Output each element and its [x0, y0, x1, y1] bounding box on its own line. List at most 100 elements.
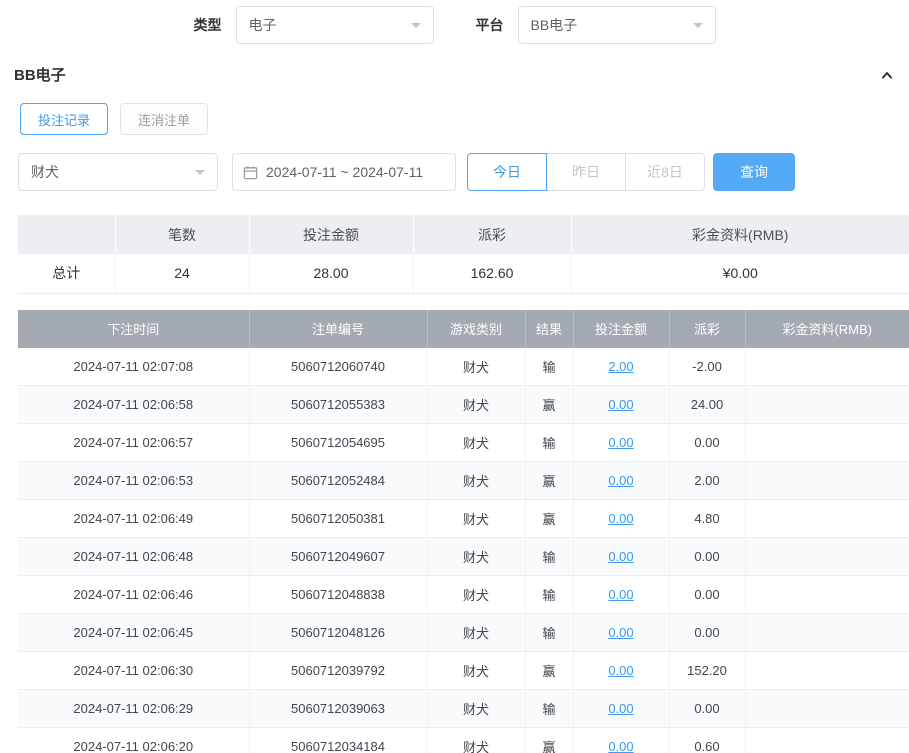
cell-bet-time: 2024-07-11 02:06:46 — [18, 576, 249, 614]
cell-result: 输 — [525, 424, 573, 462]
bet-amount-link[interactable]: 0.00 — [608, 587, 633, 602]
records-header-game-type: 游戏类别 — [427, 310, 525, 348]
summary-header-blank — [18, 215, 115, 254]
platform-label: 平台 — [476, 15, 504, 35]
cell-result: 赢 — [525, 500, 573, 538]
cell-bonus — [745, 386, 909, 424]
records-header-row: 下注时间 注单编号 游戏类别 结果 投注金额 派彩 彩金资料(RMB) — [18, 310, 909, 348]
summary-header-row: 笔数 投注金额 派彩 彩金资料(RMB) — [18, 215, 909, 254]
cell-result: 赢 — [525, 462, 573, 500]
summary-bonus: ¥0.00 — [571, 254, 909, 293]
top-filter-bar: 类型 电子 平台 BB电子 — [0, 0, 909, 44]
bet-amount-link[interactable]: 0.00 — [608, 701, 633, 716]
table-row: 2024-07-11 02:06:465060712048838财犬输0.000… — [18, 576, 909, 614]
summary-count: 24 — [115, 254, 249, 293]
cell-payout: 152.20 — [669, 652, 745, 690]
tab-bet-records[interactable]: 投注记录 — [20, 103, 108, 135]
cell-bet-amount: 0.00 — [573, 576, 669, 614]
table-row: 2024-07-11 02:07:085060712060740财犬输2.00-… — [18, 348, 909, 386]
cell-game-type: 财犬 — [427, 424, 525, 462]
cell-order-no: 5060712052484 — [249, 462, 427, 500]
chevron-down-icon — [411, 23, 421, 33]
cell-payout: -2.00 — [669, 348, 745, 386]
cell-payout: 2.00 — [669, 462, 745, 500]
today-button[interactable]: 今日 — [467, 153, 547, 191]
records-table: 下注时间 注单编号 游戏类别 结果 投注金额 派彩 彩金资料(RMB) 2024… — [18, 310, 909, 753]
cell-bonus — [745, 690, 909, 728]
table-row: 2024-07-11 02:06:205060712034184财犬赢0.000… — [18, 728, 909, 753]
chevron-up-icon[interactable] — [879, 67, 895, 83]
cell-order-no: 5060712039063 — [249, 690, 427, 728]
bet-amount-link[interactable]: 0.00 — [608, 473, 633, 488]
platform-filter: 平台 BB电子 — [476, 6, 716, 44]
bet-amount-link[interactable]: 2.00 — [608, 359, 633, 374]
date-range-picker[interactable] — [232, 153, 456, 191]
cell-order-no: 5060712039792 — [249, 652, 427, 690]
records-tbody: 2024-07-11 02:07:085060712060740财犬输2.00-… — [18, 348, 909, 753]
yesterday-button[interactable]: 昨日 — [546, 153, 626, 191]
table-row: 2024-07-11 02:06:495060712050381财犬赢0.004… — [18, 500, 909, 538]
cell-order-no: 5060712050381 — [249, 500, 427, 538]
cell-bet-time: 2024-07-11 02:06:49 — [18, 500, 249, 538]
bet-amount-link[interactable]: 0.00 — [608, 663, 633, 678]
cell-bet-amount: 0.00 — [573, 690, 669, 728]
table-row: 2024-07-11 02:06:455060712048126财犬输 0.00 0… — [18, 614, 909, 652]
cell-payout: 0.00 — [669, 690, 745, 728]
bet-amount-link[interactable]: 0.00 — [608, 435, 633, 450]
game-select-value: 财犬 — [31, 162, 59, 182]
cell-bet-time: 2024-07-11 02:07:08 — [18, 348, 249, 386]
type-filter: 类型 电子 — [194, 6, 434, 44]
summary-table: 笔数 投注金额 派彩 彩金资料(RMB) 总计 24 28.00 162.60 … — [18, 215, 909, 294]
bet-amount-link[interactable]: 0.00 — [608, 739, 633, 753]
records-header-result: 结果 — [525, 310, 573, 348]
bet-amount-link[interactable]: 0.00 — [608, 397, 633, 412]
records-header-bonus: 彩金资料(RMB) — [745, 310, 909, 348]
table-row: 2024-07-11 02:06:535060712052484财犬赢0.002… — [18, 462, 909, 500]
cell-order-no: 5060712048126 — [249, 614, 427, 652]
platform-select-value: BB电子 — [531, 15, 578, 35]
cell-game-type: 财犬 — [427, 728, 525, 753]
summary-total-row: 总计 24 28.00 162.60 ¥0.00 — [18, 254, 909, 293]
cell-payout: 0.60 — [669, 728, 745, 753]
game-select[interactable]: 财犬 — [18, 153, 218, 191]
records-header-order-no: 注单编号 — [249, 310, 427, 348]
cell-game-type: 财犬 — [427, 386, 525, 424]
cell-bet-amount: 0.00 — [573, 386, 669, 424]
cell-game-type: 财犬 — [427, 576, 525, 614]
tab-bar: 投注记录 连消注单 — [0, 85, 909, 135]
cell-payout: 24.00 — [669, 386, 745, 424]
cell-bet-time: 2024-07-11 02:06:45 — [18, 614, 249, 652]
filter-bar: 财犬 今日 昨日 近8日 查询 — [18, 153, 909, 191]
cell-payout: 0.00 — [669, 614, 745, 652]
cell-bet-amount: 0.00 — [573, 652, 669, 690]
summary-bet-amount: 28.00 — [249, 254, 413, 293]
cell-result: 输 — [525, 690, 573, 728]
cell-game-type: 财犬 — [427, 348, 525, 386]
records-header-payout: 派彩 — [669, 310, 745, 348]
cell-bonus — [745, 348, 909, 386]
summary-header-bet-amount: 投注金额 — [249, 215, 413, 254]
summary-header-bonus: 彩金资料(RMB) — [571, 215, 909, 254]
cell-game-type: 财犬 — [427, 500, 525, 538]
bet-amount-link[interactable]: 0.00 — [608, 625, 633, 640]
cell-result: 赢 — [525, 386, 573, 424]
date-range-input[interactable] — [266, 164, 445, 180]
tab-cancelled-orders[interactable]: 连消注单 — [120, 103, 208, 135]
cell-order-no: 5060712034184 — [249, 728, 427, 753]
last-8-days-button[interactable]: 近8日 — [625, 153, 705, 191]
cell-bet-amount: 0.00 — [573, 500, 669, 538]
cell-result: 输 — [525, 614, 573, 652]
bet-amount-link[interactable]: 0.00 — [608, 549, 633, 564]
type-select[interactable]: 电子 — [236, 6, 434, 44]
cell-bonus — [745, 538, 909, 576]
cell-payout: 0.00 — [669, 424, 745, 462]
cell-game-type: 财犬 — [427, 614, 525, 652]
cell-bet-time: 2024-07-11 02:06:20 — [18, 728, 249, 753]
search-button[interactable]: 查询 — [713, 153, 795, 191]
cell-payout: 0.00 — [669, 538, 745, 576]
cell-bonus — [745, 424, 909, 462]
cell-bet-time: 2024-07-11 02:06:30 — [18, 652, 249, 690]
bet-amount-link[interactable]: 0.00 — [608, 511, 633, 526]
platform-select[interactable]: BB电子 — [518, 6, 716, 44]
summary-header-payout: 派彩 — [413, 215, 571, 254]
